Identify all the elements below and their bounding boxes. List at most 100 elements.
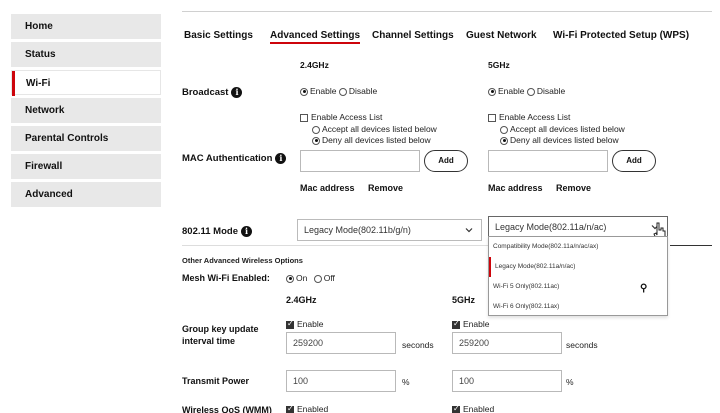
radio-label: Off	[323, 273, 335, 283]
sidebar-item-firewall[interactable]: Firewall	[11, 154, 161, 179]
band-header-5: 5GHz	[488, 60, 510, 70]
section-divider	[182, 245, 488, 246]
wmm-5-checkbox[interactable]	[452, 404, 460, 413]
group-key-24-unit: seconds	[402, 340, 434, 350]
checkbox-label: Enabled	[463, 404, 495, 413]
group-key-5-unit: seconds	[566, 340, 598, 350]
radio-label: On	[296, 273, 308, 283]
radio-label: Deny all devices listed below	[322, 135, 431, 145]
sidebar-item-label: Advanced	[25, 189, 73, 200]
mac-24-deny-radio[interactable]	[312, 136, 320, 145]
transmit-power-5-unit: %	[566, 377, 574, 387]
widget-icon: ⚲	[640, 283, 648, 294]
info-icon[interactable]: i	[240, 226, 252, 237]
checkbox-label: Enable Access List	[499, 112, 571, 122]
mac-5-enable-list: Enable Access List	[488, 112, 570, 122]
section-divider-right	[670, 245, 712, 246]
group-key-5-checkbox[interactable]	[452, 319, 460, 329]
transmit-power-5-input[interactable]: 100	[452, 370, 562, 392]
transmit-power-24-unit: %	[402, 377, 410, 387]
transmit-power-24-input[interactable]: 100	[286, 370, 396, 392]
mac-24-add-button[interactable]: Add	[424, 150, 468, 172]
info-icon[interactable]: i	[275, 153, 287, 164]
mac-auth-label: MAC Authentication i	[182, 153, 287, 165]
group-key-label-2: interval time	[182, 336, 236, 346]
checkbox-label: Enable	[463, 319, 490, 329]
tab-basic-settings[interactable]: Basic Settings	[184, 30, 253, 41]
group-key-24-input[interactable]: 259200	[286, 332, 396, 354]
mac-24-deny: Deny all devices listed below	[312, 135, 431, 145]
sidebar-item-home[interactable]: Home	[11, 14, 161, 39]
mesh-radios: On Off	[286, 273, 335, 283]
sidebar-item-parental-controls[interactable]: Parental Controls	[11, 126, 161, 151]
sidebar-item-label: Network	[25, 105, 65, 116]
mac-5-deny: Deny all devices listed below	[500, 135, 619, 145]
mode-label: 802.11 Mode i	[182, 226, 252, 237]
mac-24-enable-checkbox[interactable]	[300, 113, 308, 122]
group-key-24-checkbox[interactable]	[286, 319, 294, 329]
mesh-label: Mesh Wi-Fi Enabled:	[182, 273, 270, 283]
sidebar-item-advanced[interactable]: Advanced	[11, 182, 161, 207]
mac-5-col-remove: Remove	[556, 183, 592, 193]
broadcast-24-enable-radio[interactable]	[300, 87, 308, 96]
sidebar-item-label: Status	[25, 49, 56, 60]
wmm-5-enable: Enabled	[452, 404, 494, 413]
mode-5-select[interactable]: Legacy Mode(802.11a/n/ac)	[488, 216, 668, 238]
mac-24-enable-list: Enable Access List	[300, 112, 382, 122]
sidebar-item-label: Parental Controls	[25, 133, 109, 144]
sidebar-item-wifi[interactable]: Wi-Fi	[11, 70, 161, 96]
mac-24-accept-radio[interactable]	[312, 125, 320, 134]
sidebar-item-label: Wi-Fi	[26, 78, 51, 89]
mode-5-value: Legacy Mode(802.11a/n/ac)	[495, 222, 607, 232]
broadcast-5-radios: Enable Disable	[488, 86, 565, 96]
radio-label: Deny all devices listed below	[510, 135, 619, 145]
mac-5-enable-checkbox[interactable]	[488, 113, 496, 122]
broadcast-24-disable-radio[interactable]	[338, 87, 347, 96]
mode-5-dropdown: Compatibility Mode(802.11a/n/ac/ax) Lega…	[488, 236, 668, 316]
mac-24-col-mac: Mac address	[300, 183, 355, 193]
mesh-on-radio[interactable]	[286, 274, 294, 283]
tab-advanced-settings[interactable]: Advanced Settings	[270, 30, 361, 44]
mac-auth-label-text: MAC Authentication	[182, 153, 273, 165]
mesh-off-radio[interactable]	[313, 274, 322, 283]
mode-option[interactable]: Compatibility Mode(802.11a/n/ac/ax)	[489, 237, 667, 257]
mode-24-select[interactable]: Legacy Mode(802.11b/g/n)	[297, 219, 482, 241]
radio-label: Accept all devices listed below	[510, 124, 625, 134]
mac-5-input[interactable]	[488, 150, 608, 172]
broadcast-5-disable-radio[interactable]	[526, 87, 535, 96]
mac-24-col-remove: Remove	[368, 183, 404, 193]
chevron-down-icon	[465, 228, 473, 233]
sidebar-item-network[interactable]: Network	[11, 98, 161, 123]
mac-5-accept-radio[interactable]	[500, 125, 508, 134]
broadcast-label-text: Broadcast	[182, 87, 229, 99]
checkbox-label: Enable Access List	[311, 112, 383, 122]
mode-24-value: Legacy Mode(802.11b/g/n)	[304, 225, 411, 235]
info-icon[interactable]: i	[231, 87, 243, 98]
radio-label: Enable	[310, 86, 337, 96]
mac-24-input[interactable]	[300, 150, 420, 172]
group-key-5-enable: Enable	[452, 319, 489, 329]
tab-guest-network[interactable]: Guest Network	[466, 30, 537, 41]
mac-5-deny-radio[interactable]	[500, 136, 508, 145]
wmm-label: Wireless QoS (WMM)	[182, 405, 272, 413]
sidebar-item-status[interactable]: Status	[11, 42, 161, 67]
mac-5-col-mac: Mac address	[488, 183, 543, 193]
mode-option[interactable]: Wi-Fi 6 Only(802.11ax)	[489, 297, 667, 317]
group-key-label-1: Group key update	[182, 324, 259, 334]
wmm-24-checkbox[interactable]	[286, 404, 294, 413]
band-header-24-lower: 2.4GHz	[286, 295, 317, 305]
sidebar-item-label: Home	[25, 21, 53, 32]
other-options-heading: Other Advanced Wireless Options	[182, 256, 303, 265]
broadcast-5-enable-radio[interactable]	[488, 87, 496, 96]
mac-5-add-button[interactable]: Add	[612, 150, 656, 172]
radio-label: Disable	[348, 86, 378, 96]
radio-label: Disable	[536, 86, 566, 96]
mac-24-accept: Accept all devices listed below	[312, 124, 437, 134]
mode-option-selected[interactable]: Legacy Mode(802.11a/n/ac)	[489, 257, 667, 277]
group-key-5-input[interactable]: 259200	[452, 332, 562, 354]
checkbox-label: Enabled	[297, 404, 329, 413]
tab-wps[interactable]: Wi-Fi Protected Setup (WPS)	[553, 30, 689, 41]
mode-label-text: 802.11 Mode	[182, 226, 238, 238]
tab-channel-settings[interactable]: Channel Settings	[372, 30, 454, 41]
active-indicator	[12, 71, 15, 96]
